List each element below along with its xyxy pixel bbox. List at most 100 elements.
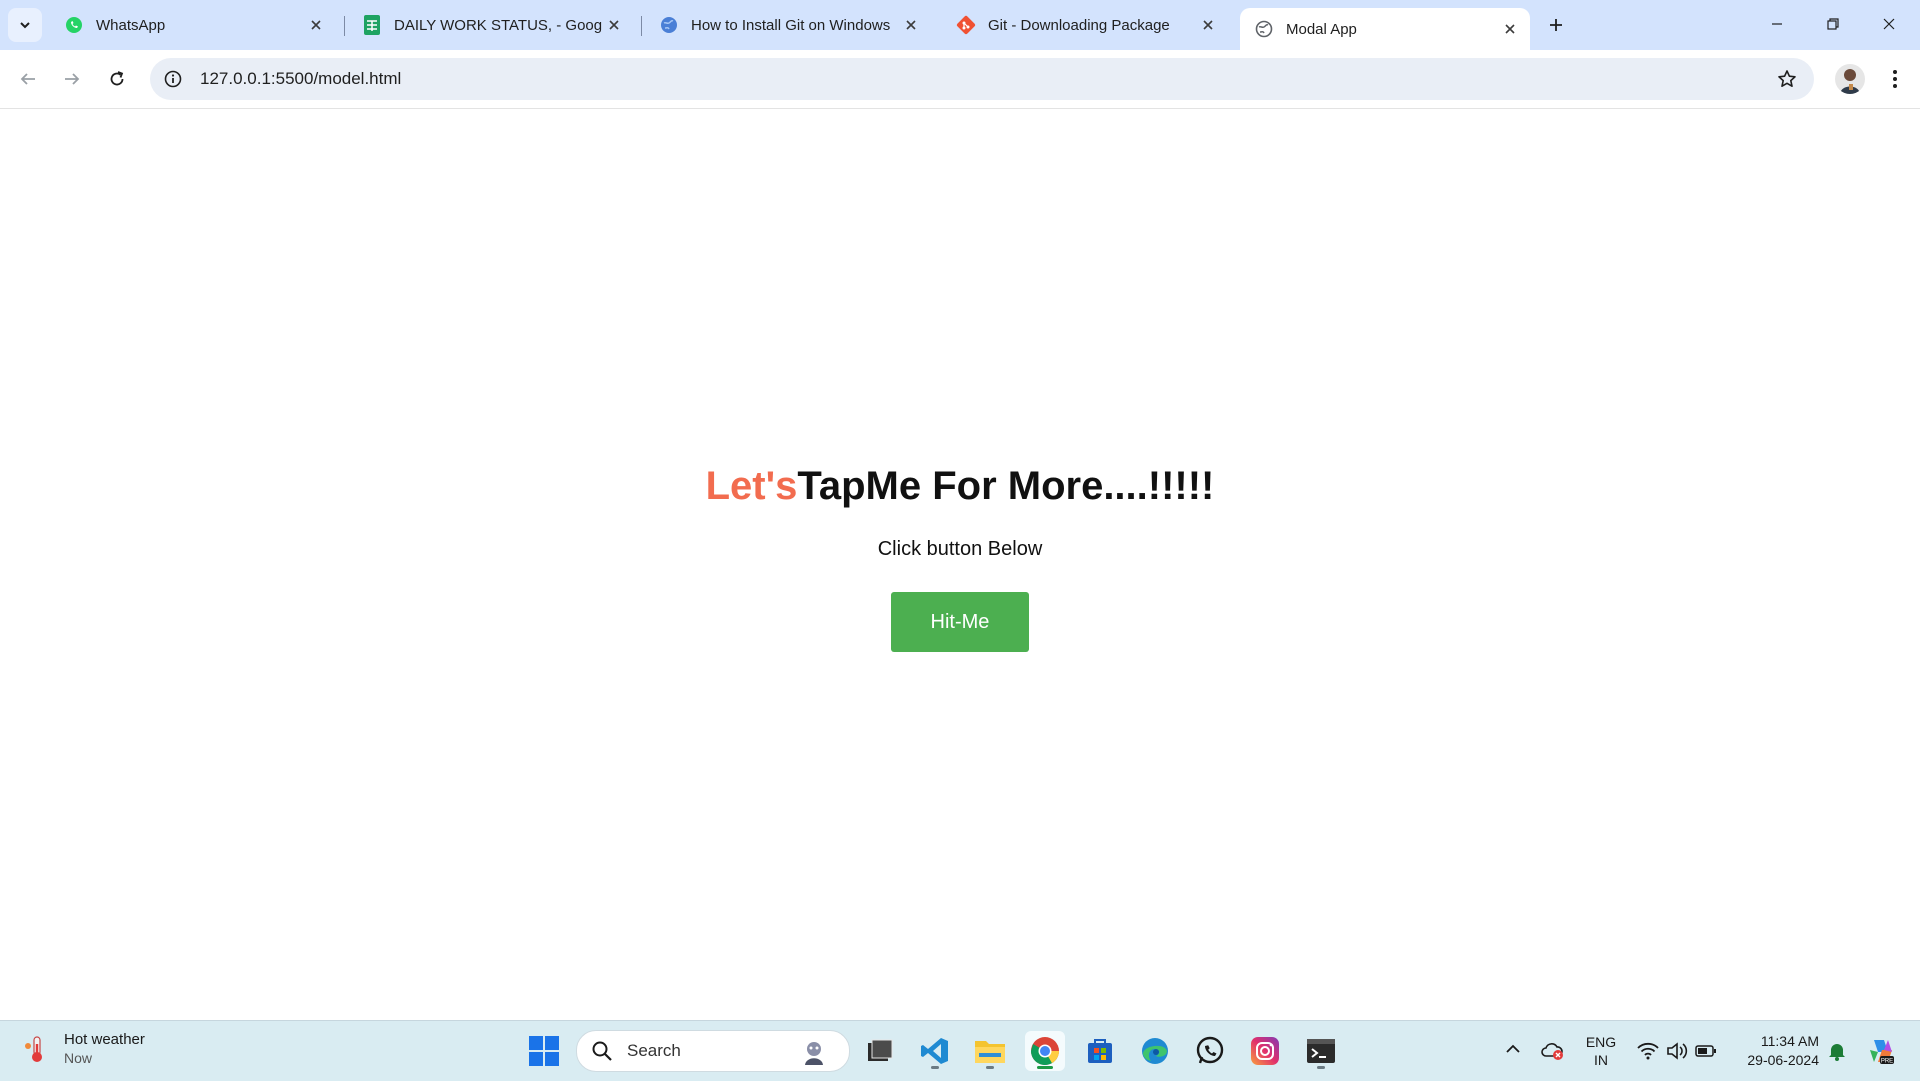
instruction-text: Click button Below [877,538,1043,560]
taskbar-app-chrome[interactable] [1025,1031,1065,1071]
tab-daily-work-status[interactable]: DAILY WORK STATUS, - Google [348,8,634,42]
reload-icon [110,71,124,86]
running-indicator [931,1066,939,1069]
tab-separator [641,16,642,36]
whatsapp-icon [64,15,84,35]
tab-whatsapp[interactable]: WhatsApp [50,8,336,42]
page-content: Let'sTapMe For More....!!!!! Click butto… [0,109,1920,1020]
cloud-error-icon [1541,1043,1563,1060]
taskbar-app-whatsapp[interactable] [1190,1031,1230,1071]
running-indicator [1317,1066,1325,1069]
region-code: IN [1594,1052,1608,1068]
tab-install-git[interactable]: How to Install Git on Windows [645,8,931,42]
tab-git-downloading[interactable]: Git - Downloading Package [942,8,1228,42]
chevron-down-icon [20,22,30,29]
globe-icon [659,15,679,35]
tab-title: Modal App [1286,20,1357,38]
git-icon [956,15,976,35]
tab-title: Git - Downloading Package [988,16,1170,34]
weather-subtitle: Now [64,1050,93,1066]
browser-menu-button[interactable] [1880,64,1910,94]
minimize-icon [1772,23,1782,25]
bookmark-star-icon[interactable] [1776,68,1798,90]
copilot-icon[interactable]: PRE [1865,1035,1897,1067]
tab-title: DAILY WORK STATUS, - Google [394,16,602,34]
vscode-icon [921,1038,948,1064]
chrome-icon [1031,1037,1059,1065]
taskbar-app-instagram[interactable] [1245,1031,1285,1071]
reload-button[interactable] [101,63,133,95]
terminal-icon [1307,1039,1335,1063]
whatsapp-icon [1196,1036,1224,1064]
url-text[interactable]: 127.0.0.1:5500/model.html [200,69,401,89]
folder-icon [975,1041,1005,1063]
weather-title: Hot weather [64,1031,145,1048]
browser-toolbar: 127.0.0.1:5500/model.html [0,50,1920,109]
heading-accent: Let's [705,464,798,508]
close-window-button[interactable] [1866,6,1912,42]
notification-bell-icon[interactable] [1825,1039,1849,1063]
new-tab-button[interactable] [1542,11,1570,39]
globe-icon [1254,19,1274,39]
language-code: ENG [1585,1034,1617,1050]
taskbar-app-vscode[interactable] [915,1031,955,1071]
battery-icon[interactable] [1694,1039,1718,1063]
tab-title: How to Install Git on Windows [691,16,891,34]
search-label: Search [627,1041,681,1060]
plus-icon [1550,19,1562,31]
task-view-icon [868,1039,893,1061]
address-bar[interactable]: 127.0.0.1:5500/model.html [150,58,1814,100]
heading-text: TapMe For More....!!!!! [797,464,1215,508]
language-indicator[interactable]: ENG IN [1584,1033,1618,1069]
forward-button[interactable] [56,63,88,95]
back-button[interactable] [12,63,44,95]
taskbar-search[interactable]: Search [576,1030,850,1072]
restore-button[interactable] [1810,6,1856,42]
close-icon[interactable] [304,13,328,37]
svg-text:PRE: PRE [1881,1059,1893,1065]
tab-modal-app[interactable]: Modal App [1240,8,1530,50]
search-icon [592,1041,612,1061]
close-icon[interactable] [899,13,923,37]
weather-widget[interactable]: Hot weather Now [22,1031,145,1066]
windows-start-icon[interactable] [528,1035,560,1067]
hit-me-button[interactable]: Hit-Me [891,592,1029,652]
close-icon[interactable] [1196,13,1220,37]
system-clock[interactable]: 11:34 AM 29-06-2024 [1735,1032,1819,1070]
tab-separator [344,16,345,36]
minimize-button[interactable] [1754,6,1800,42]
restore-icon [1827,18,1839,30]
onedrive-status-icon[interactable] [1540,1039,1564,1063]
site-info-icon[interactable] [162,68,184,90]
taskbar-app-store[interactable] [1080,1031,1120,1071]
clock-date: 29-06-2024 [1747,1052,1819,1068]
taskbar-app-terminal[interactable] [1301,1031,1341,1071]
arrow-right-icon [65,73,80,85]
tab-strip: WhatsApp DAILY WORK STATUS, - Google How… [0,0,1920,50]
more-vert-icon [1893,70,1897,88]
avatar-icon [1840,69,1860,94]
profile-avatar[interactable] [1835,64,1865,94]
instagram-icon [1251,1037,1279,1065]
tab-title: WhatsApp [96,16,166,34]
wifi-icon[interactable] [1636,1039,1660,1063]
arrow-left-icon [20,73,35,85]
taskbar-app-file-explorer[interactable] [970,1031,1010,1071]
close-icon[interactable] [602,13,626,37]
thermometer-icon [25,1035,42,1062]
taskbar-app-task-view[interactable] [860,1031,900,1071]
chevron-up-icon [1506,1044,1520,1053]
show-hidden-icons-button[interactable] [1503,1039,1523,1059]
close-icon [1883,18,1895,30]
running-indicator [986,1066,994,1069]
close-icon[interactable] [1498,17,1522,41]
taskbar-app-edge[interactable] [1135,1031,1175,1071]
active-indicator [1037,1066,1053,1069]
search-highlight-icon [805,1042,823,1065]
tab-search-button[interactable] [8,8,42,42]
volume-icon[interactable] [1665,1039,1689,1063]
clock-time: 11:34 AM [1760,1033,1819,1049]
edge-icon [1142,1038,1168,1064]
google-sheets-icon [362,15,382,35]
page-heading: Let'sTapMe For More....!!!!! [0,464,1920,509]
